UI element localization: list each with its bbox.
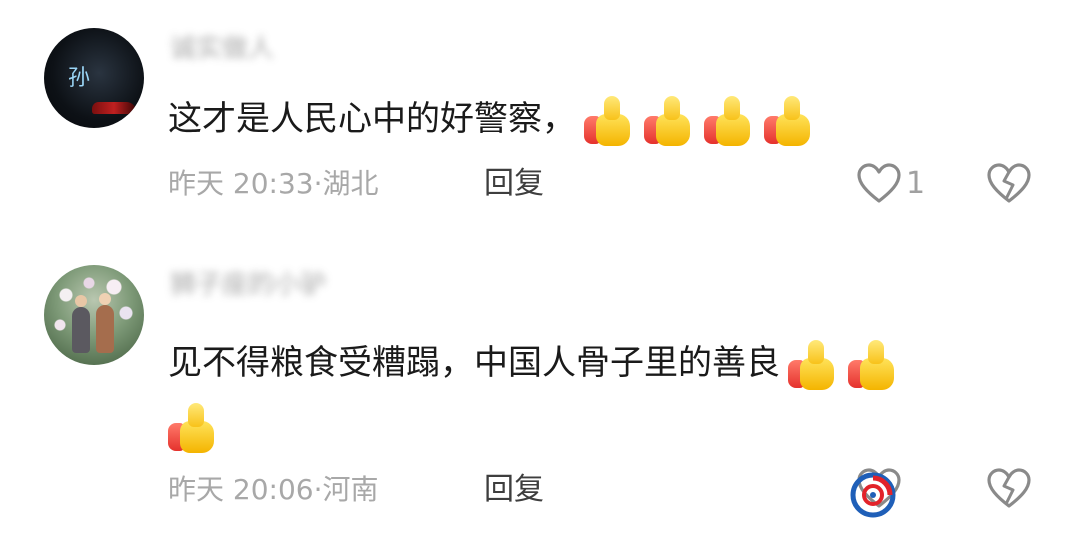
broken-heart-icon[interactable]: [986, 468, 1032, 510]
broken-heart-icon[interactable]: [986, 163, 1032, 205]
comment-item: 孙 诚实做人 这才是人民心中的好警察， 昨天 20:33·湖北 回复 1: [0, 0, 1080, 250]
comment-location: 湖北: [322, 167, 379, 200]
thumbs-up-emoji: [848, 339, 900, 390]
avatar-person-graphic: [72, 295, 90, 353]
meta-separator: ·: [313, 473, 323, 506]
avatar-logo: 孙: [68, 66, 91, 91]
reply-button[interactable]: 回复: [484, 470, 544, 510]
thumbs-up-emoji: [584, 95, 636, 146]
comment-location: 河南: [322, 473, 379, 506]
heart-outline-icon[interactable]: [856, 163, 902, 205]
thumbs-up-emoji: [704, 95, 756, 146]
avatar[interactable]: [44, 265, 144, 365]
username[interactable]: 狮子座的小驴: [170, 270, 380, 300]
meta-separator: ·: [313, 167, 323, 200]
comment-item: 狮子座的小驴 见不得粮食受糟蹋，中国人骨子里的善良 昨天 20:06·河南 回复: [0, 250, 1080, 533]
comment-time: 昨天 20:33: [168, 167, 314, 200]
comment-meta: 昨天 20:33·湖北: [168, 164, 379, 204]
avatar-car-graphic: [92, 102, 136, 114]
comment-list: 孙 诚实做人 这才是人民心中的好警察， 昨天 20:33·湖北 回复 1 狮子座…: [0, 0, 1080, 533]
thumbs-up-emoji: [788, 339, 840, 390]
comment-text-content: 见不得粮食受糟蹋，中国人骨子里的善良: [168, 343, 780, 383]
avatar[interactable]: 孙: [44, 28, 144, 128]
thumbs-up-emoji: [764, 95, 816, 146]
avatar-flowers-graphic: [44, 265, 144, 365]
comment-text-content: 这才是人民心中的好警察，: [168, 99, 576, 139]
news-logo-icon: [850, 472, 896, 518]
avatar-person-graphic: [96, 293, 114, 353]
thumbs-up-emoji: [168, 402, 220, 453]
comment-text: 见不得粮食受糟蹋，中国人骨子里的善良: [168, 332, 900, 394]
comment-time: 昨天 20:06: [168, 473, 314, 506]
thumbs-up-emoji: [644, 95, 696, 146]
comment-text: 这才是人民心中的好警察，: [168, 88, 816, 150]
like-count: 1: [906, 166, 926, 201]
reply-button[interactable]: 回复: [484, 164, 544, 204]
comment-meta: 昨天 20:06·河南: [168, 470, 379, 510]
comment-text-line2: [168, 395, 220, 457]
username[interactable]: 诚实做人: [170, 34, 310, 64]
